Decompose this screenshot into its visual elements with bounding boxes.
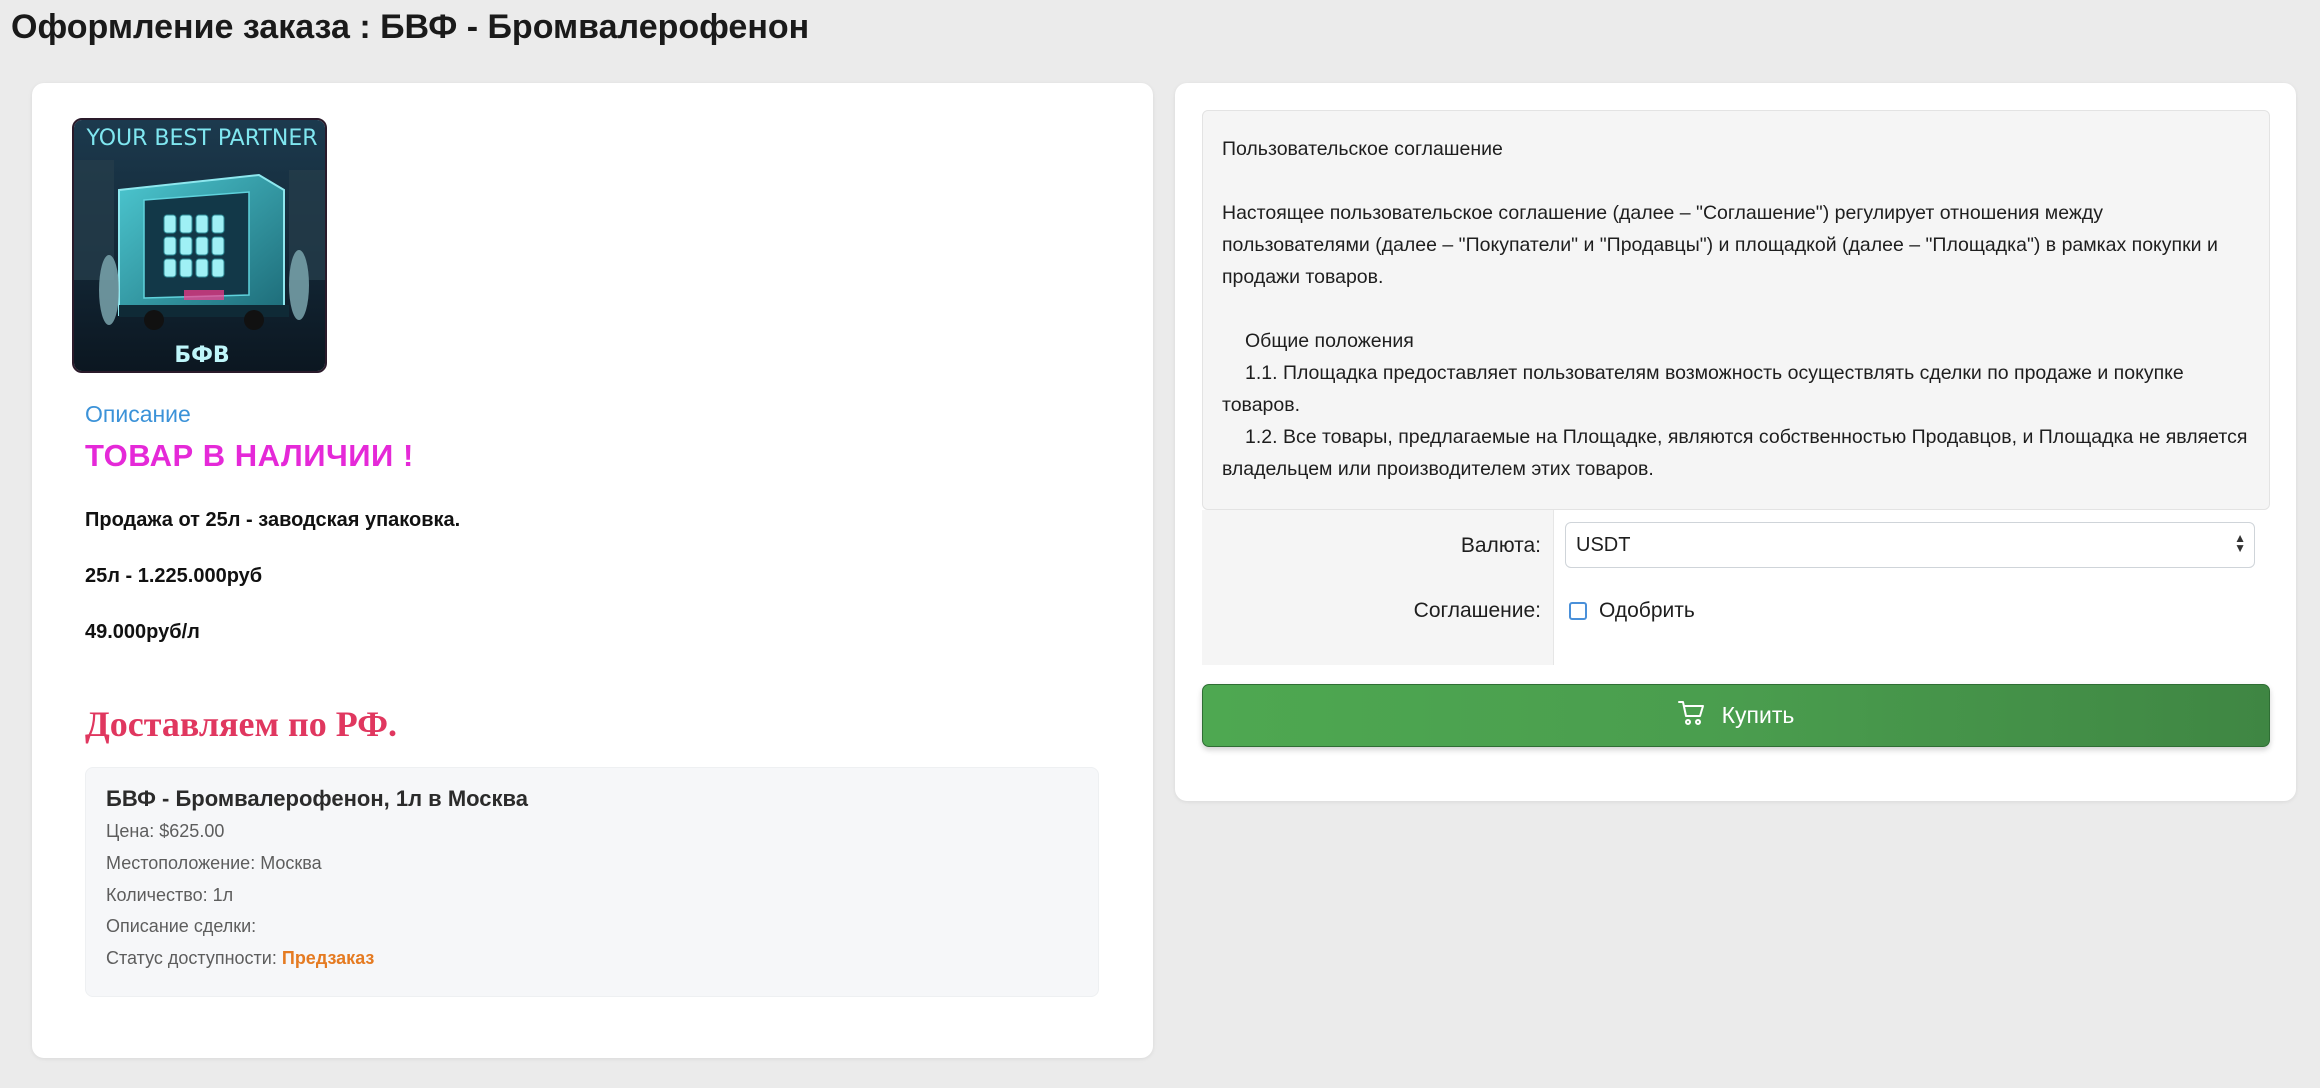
agreement-intro: Настоящее пользовательское соглашение (д… xyxy=(1222,202,2218,288)
page-title: Оформление заказа : БВФ - Бромвалерофено… xyxy=(11,8,810,46)
description-link[interactable]: Описание xyxy=(85,401,191,428)
agreement-title: Пользовательское соглашение xyxy=(1222,138,1503,160)
currency-select-value: USDT xyxy=(1576,534,1631,556)
deal-price: Цена: $625.00 xyxy=(106,821,225,841)
agreement-item-1: 1.1. Площадка предоставляет пользователя… xyxy=(1222,362,2184,416)
agreement-text[interactable]: Пользовательское соглашение Настоящее по… xyxy=(1202,110,2270,510)
description-line-1: Продажа от 25л - заводская упаковка. xyxy=(85,509,461,531)
deal-details: БВФ - Бромвалерофенон, 1л в Москва Цена:… xyxy=(85,767,1099,997)
in-stock-heading: ТОВАР В НАЛИЧИИ ! xyxy=(85,438,414,473)
order-card: Пользовательское соглашение Настоящее по… xyxy=(1175,83,2296,801)
deal-title: БВФ - Бромвалерофенон, 1л в Москва xyxy=(106,786,529,811)
agreement-label: Соглашение: xyxy=(1413,599,1541,622)
approve-label[interactable]: Одобрить xyxy=(1599,599,1695,623)
agreement-section-title: Общие положения xyxy=(1245,330,1414,352)
description-line-2: 25л - 1.225.000руб xyxy=(85,565,263,587)
buy-button-label: Купить xyxy=(1721,702,1795,728)
deal-location: Местоположение: Москва xyxy=(106,853,322,873)
deal-status-value: Предзаказ xyxy=(281,948,375,968)
product-image: YOUR BEST PARTNER БФВ xyxy=(72,118,327,373)
approve-checkbox[interactable] xyxy=(1569,602,1587,620)
agreement-item-2: 1.2. Все товары, предлагаемые на Площадк… xyxy=(1222,426,2248,480)
deal-description: Описание сделки: xyxy=(106,916,257,936)
buy-button[interactable]: Купить xyxy=(1202,684,2270,747)
image-caption-text: БФВ xyxy=(174,343,229,368)
product-card: YOUR BEST PARTNER БФВ Описание ТОВАР В Н… xyxy=(32,83,1153,1058)
image-banner-text: YOUR BEST PARTNER xyxy=(86,126,318,151)
description-line-3: 49.000руб/л xyxy=(85,621,200,643)
currency-label: Валюта: xyxy=(1460,534,1541,557)
delivery-heading: Доставляем по РФ. xyxy=(85,704,398,744)
shopping-cart-icon xyxy=(1677,700,1706,731)
order-form: Валюта: Соглашение: USDT ▲ ▼ Одобрить xyxy=(1202,510,2270,665)
deal-quantity: Количество: 1л xyxy=(106,885,234,905)
deal-status-label: Статус доступности: xyxy=(106,948,282,968)
deal-status: Статус доступности: Предзаказ xyxy=(106,948,374,969)
currency-select[interactable]: USDT ▲ ▼ xyxy=(1565,522,2255,568)
select-arrows-icon: ▲ ▼ xyxy=(2234,531,2246,555)
